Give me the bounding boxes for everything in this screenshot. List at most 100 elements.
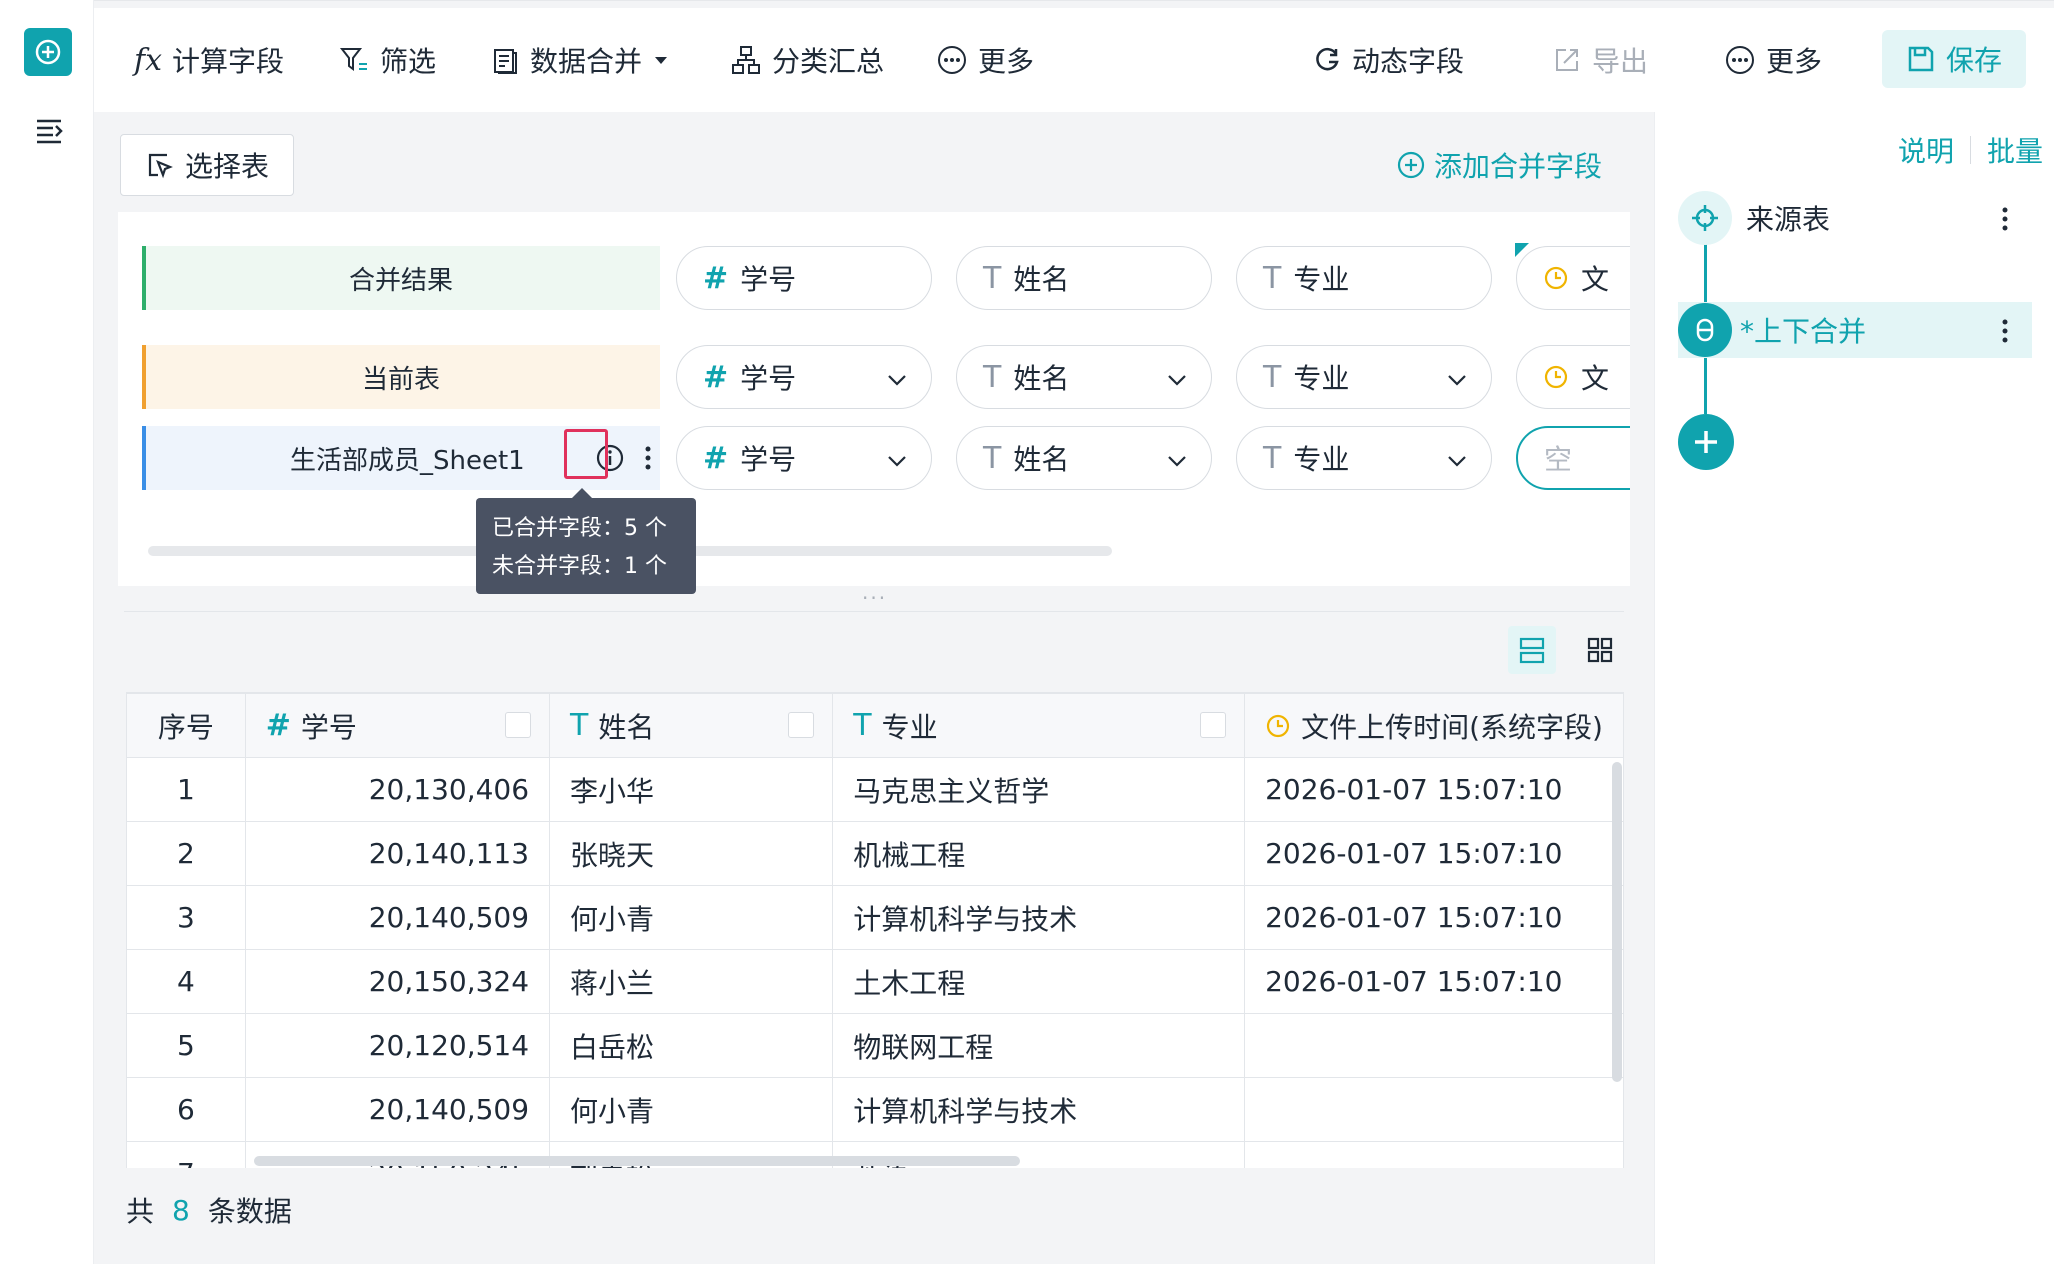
merge-result-field-name: T 姓名 <box>956 246 1212 310</box>
merge-result-field-major: T 专业 <box>1236 246 1492 310</box>
select-table-button[interactable]: 选择表 <box>120 134 294 196</box>
flow-node-source-table[interactable]: 来源表 <box>1678 190 2032 246</box>
number-type-icon: # <box>703 440 729 476</box>
splitter-handle[interactable]: ··· <box>862 586 887 610</box>
save-icon <box>1908 46 1934 72</box>
data-merge-button[interactable]: 数据合并 <box>490 8 670 112</box>
batch-link[interactable]: 批量 <box>1987 130 2043 170</box>
table-row: 3 20,140,509 何小青 计算机科学与技术 2026-01-07 15:07:1… <box>126 885 1624 950</box>
column-header-name[interactable]: T 姓名 <box>549 693 834 758</box>
dynamic-field-button[interactable]: 动态字段 <box>1312 8 1464 112</box>
save-button[interactable]: 保存 <box>1882 30 2027 88</box>
row-count-value: 8 <box>172 1193 190 1227</box>
clock-type-icon <box>1266 714 1290 737</box>
add-merge-field-button[interactable]: 添加合并字段 <box>1396 140 1602 190</box>
left-rail <box>0 0 94 1264</box>
group-summary-button[interactable]: 分类汇总 <box>730 8 884 112</box>
sheet1-field-major-select[interactable]: T 专业 <box>1236 426 1492 490</box>
add-step-icon[interactable] <box>1678 414 1734 470</box>
kebab-menu-icon[interactable] <box>2000 204 2010 234</box>
link-divider <box>1970 136 1972 164</box>
more-circle-icon <box>1726 46 1754 74</box>
chevron-down-icon <box>1448 375 1466 386</box>
tooltip-unmerged-count: 未合并字段：1 个 <box>492 554 667 579</box>
flow-panel-links: 说明 批量 <box>1898 130 2043 170</box>
flow-panel <box>1654 112 2054 1264</box>
select-cursor-icon <box>148 153 173 179</box>
text-type-icon: T <box>983 260 1002 296</box>
hierarchy-icon <box>732 46 760 74</box>
caret-down-icon <box>655 57 668 64</box>
tooltip-arrow <box>572 488 592 498</box>
column-sort-icon[interactable] <box>1200 712 1227 738</box>
filter-icon <box>339 48 367 71</box>
text-type-icon: T <box>1263 359 1282 395</box>
top-border <box>94 0 2054 8</box>
column-header-upload-time[interactable]: 文件上传时间(系统字段) <box>1244 693 1624 758</box>
more-left-button[interactable]: 更多 <box>936 8 1034 112</box>
merge-doc-icon <box>494 49 517 74</box>
current-field-student-id-select[interactable]: # 学号 <box>676 345 932 409</box>
text-type-icon: T <box>983 440 1002 476</box>
refresh-g-icon <box>1316 47 1339 71</box>
table-row: 5 20,120,514 白岳松 物联网工程 <box>126 1013 1624 1078</box>
filter-button[interactable]: 筛选 <box>338 8 436 112</box>
chevron-down-icon <box>1168 456 1186 467</box>
row-count: 共 8 条数据 <box>126 1193 292 1229</box>
fx-icon: fx <box>134 42 163 78</box>
chevron-down-icon <box>1168 375 1186 386</box>
system-field-corner-mark <box>1515 243 1529 257</box>
sheet1-field-empty-select[interactable]: 空 <box>1516 426 1630 490</box>
tooltip-merged-count: 已合并字段：5 个 <box>492 516 667 541</box>
table-horizontal-scrollbar[interactable] <box>254 1156 1020 1166</box>
column-sort-icon[interactable] <box>505 712 532 738</box>
column-header-index: 序号 <box>126 693 246 758</box>
clock-type-icon <box>1544 266 1568 290</box>
text-type-icon: T <box>983 359 1002 395</box>
table-header-row: 序号 # 学号 T 姓名 T 专业 文件上传时间(系统字段) <box>126 693 1624 758</box>
text-type-icon: T <box>1263 440 1282 476</box>
clock-type-icon <box>1544 365 1568 389</box>
text-type-icon: T <box>853 708 872 743</box>
add-node-icon[interactable] <box>24 28 72 76</box>
chevron-down-icon <box>888 375 906 386</box>
sheet1-field-name-select[interactable]: T 姓名 <box>956 426 1212 490</box>
more-right-button[interactable]: 更多 <box>1724 8 1822 112</box>
merge-result-field-student-id: # 学号 <box>676 246 932 310</box>
export-icon <box>1556 49 1578 71</box>
table-row: 6 20,140,509 何小青 计算机科学与技术 <box>126 1077 1624 1142</box>
number-type-icon: # <box>703 260 729 296</box>
text-type-icon: T <box>570 708 589 743</box>
sheet1-field-student-id-select[interactable]: # 学号 <box>676 426 932 490</box>
kebab-menu-icon[interactable] <box>642 442 654 474</box>
info-icon-highlight <box>564 429 608 479</box>
number-type-icon: # <box>265 708 291 743</box>
list-view-icon[interactable] <box>1508 626 1556 674</box>
current-field-name-select[interactable]: T 姓名 <box>956 345 1212 409</box>
grid-view-icon[interactable] <box>1576 626 1624 674</box>
column-header-major[interactable]: T 专业 <box>832 693 1246 758</box>
text-type-icon: T <box>1263 260 1282 296</box>
current-field-upload-time-select[interactable]: 文 <box>1516 345 1630 409</box>
crosshair-icon <box>1678 191 1732 245</box>
column-sort-icon[interactable] <box>788 712 815 738</box>
table-row: 4 20,150,324 蒋小兰 土木工程 2026-01-07 15:07:10 <box>126 949 1624 1014</box>
current-field-major-select[interactable]: T 专业 <box>1236 345 1492 409</box>
flow-node-vertical-merge[interactable]: *上下合并 <box>1678 302 2032 358</box>
chevron-down-icon <box>1448 456 1466 467</box>
kebab-menu-icon[interactable] <box>2000 316 2010 346</box>
toolbar: fx 计算字段 筛选 数据合并 分类汇总 更多 动态字段 导出 更多 保存 <box>94 8 2054 112</box>
merge-config-panel: 合并结果 当前表 生活部成员_Sheet1 # 学号 T 姓名 T 专业 文 # 学号 … <box>118 212 1630 586</box>
collapse-menu-icon[interactable] <box>34 116 64 146</box>
plus-circle-icon <box>1397 151 1425 179</box>
column-header-student-id[interactable]: # 学号 <box>244 693 551 758</box>
explain-link[interactable]: 说明 <box>1898 130 1954 170</box>
more-circle-icon <box>938 46 966 74</box>
panel-splitter[interactable] <box>124 611 1624 612</box>
export-button[interactable]: 导出 <box>1552 8 1648 112</box>
number-type-icon: # <box>703 359 729 395</box>
calc-field-button[interactable]: fx 计算字段 <box>134 8 284 112</box>
table-row: 1 20,130,406 李小华 马克思主义哲学 2026-01-07 15:07:10 <box>126 757 1624 822</box>
data-preview-table: 序号 # 学号 T 姓名 T 专业 文件上传时间(系统字段) 1 20,130,406 李… <box>126 692 1624 1168</box>
table-vertical-scrollbar[interactable] <box>1612 762 1622 1082</box>
